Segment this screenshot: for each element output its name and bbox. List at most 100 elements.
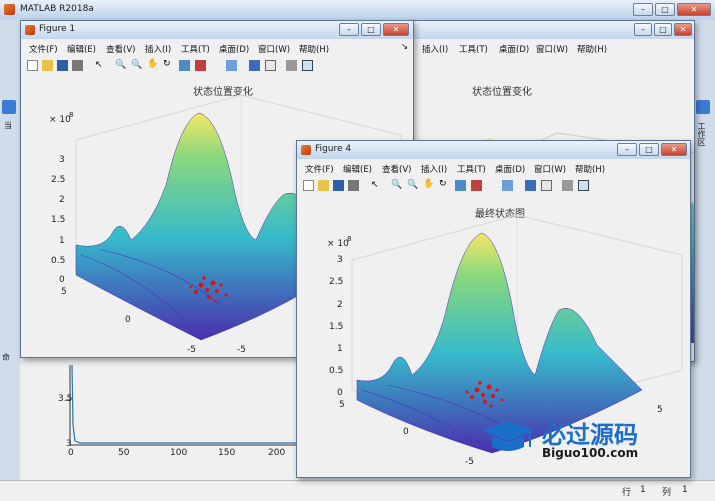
menu-file[interactable]: 文件(F) bbox=[305, 163, 334, 175]
menu-desktop[interactable]: 桌面(D) bbox=[499, 43, 529, 55]
menu-help[interactable]: 帮助(H) bbox=[577, 43, 607, 55]
figure4-ztick: 1.5 bbox=[329, 322, 344, 332]
link-plot-icon[interactable] bbox=[226, 60, 237, 71]
menu-help[interactable]: 帮助(H) bbox=[299, 43, 329, 55]
back-plot-xtick: 100 bbox=[170, 448, 188, 458]
menu-tools[interactable]: 工具(T) bbox=[457, 163, 486, 175]
legend-icon[interactable] bbox=[541, 180, 552, 191]
menu-desktop[interactable]: 桌面(D) bbox=[219, 43, 249, 55]
figure4-minimize-button[interactable]: – bbox=[617, 143, 637, 156]
show-tools-icon[interactable] bbox=[302, 60, 313, 71]
left-tab-command[interactable]: 命 bbox=[2, 352, 10, 363]
figure4-close-button[interactable]: ✕ bbox=[661, 143, 687, 156]
figure-behind-close-button[interactable]: ✕ bbox=[674, 23, 692, 36]
menu-edit[interactable]: 编辑(E) bbox=[67, 43, 96, 55]
menu-insert[interactable]: 插入(I) bbox=[422, 43, 448, 55]
figure4-ztick: 3 bbox=[337, 255, 343, 265]
menu-insert[interactable]: 插入(I) bbox=[145, 43, 171, 55]
colorbar-icon[interactable] bbox=[249, 60, 260, 71]
zoom-out-icon[interactable]: 🔍 bbox=[131, 60, 142, 71]
figure-behind-maximize-button[interactable]: □ bbox=[654, 23, 672, 36]
print-icon[interactable] bbox=[72, 60, 83, 71]
menu-tools[interactable]: 工具(T) bbox=[459, 43, 488, 55]
show-tools-icon[interactable] bbox=[578, 180, 589, 191]
figure4-title: Figure 4 bbox=[315, 144, 352, 154]
figure1-xtick: -5 bbox=[237, 345, 246, 355]
back-plot-xtick: 50 bbox=[118, 448, 130, 458]
menu-view[interactable]: 查看(V) bbox=[106, 43, 135, 55]
data-cursor-icon[interactable] bbox=[179, 60, 190, 71]
link-plot-icon[interactable] bbox=[502, 180, 513, 191]
rotate-icon[interactable]: ↻ bbox=[163, 59, 174, 70]
watermark-brand: 必过源码 bbox=[542, 421, 638, 449]
back-arrow-icon[interactable] bbox=[2, 100, 16, 114]
hide-tools-icon[interactable] bbox=[562, 180, 573, 191]
back-plot-xtick: 0 bbox=[68, 448, 74, 458]
close-button[interactable]: ✕ bbox=[677, 3, 711, 16]
menu-desktop[interactable]: 桌面(D) bbox=[495, 163, 525, 175]
menu-view[interactable]: 查看(V) bbox=[382, 163, 411, 175]
left-dock-strip bbox=[0, 20, 20, 480]
figure-icon bbox=[25, 25, 35, 35]
zoom-in-icon[interactable]: 🔍 bbox=[391, 180, 402, 191]
figure1-close-button[interactable]: ✕ bbox=[383, 23, 409, 36]
figure1-maximize-button[interactable]: □ bbox=[361, 23, 381, 36]
matlab-logo-icon bbox=[4, 4, 15, 15]
open-file-icon[interactable] bbox=[42, 60, 53, 71]
figure1-title-bar: Figure 1 – □ ✕ bbox=[21, 21, 413, 39]
menu-window[interactable]: 窗口(W) bbox=[536, 43, 568, 55]
figure4-ztick: 1 bbox=[337, 344, 343, 354]
save-icon[interactable] bbox=[333, 180, 344, 191]
back-line-plot-panel: 3.5 3 0 50 100 150 200 bbox=[20, 355, 300, 480]
new-figure-icon[interactable] bbox=[27, 60, 38, 71]
menu-tools[interactable]: 工具(T) bbox=[181, 43, 210, 55]
zoom-out-icon[interactable]: 🔍 bbox=[407, 180, 418, 191]
figure1-title: Figure 1 bbox=[39, 24, 76, 34]
forward-arrow-icon[interactable] bbox=[696, 100, 710, 114]
new-figure-icon[interactable] bbox=[303, 180, 314, 191]
figure4-maximize-button[interactable]: □ bbox=[639, 143, 659, 156]
workspace-tab[interactable]: 工作区 bbox=[697, 122, 707, 146]
save-icon[interactable] bbox=[57, 60, 68, 71]
figure4-ztick: 0 bbox=[337, 388, 343, 398]
pointer-icon[interactable]: ↖ bbox=[371, 180, 382, 191]
hide-tools-icon[interactable] bbox=[286, 60, 297, 71]
legend-icon[interactable] bbox=[265, 60, 276, 71]
menu-dock-arrow-icon[interactable]: ↘ bbox=[401, 42, 408, 52]
figure4-ytick: -5 bbox=[465, 457, 474, 467]
brush-icon[interactable] bbox=[195, 60, 206, 71]
figure4-title-bar: Figure 4 – □ ✕ bbox=[297, 141, 690, 159]
right-dock-strip bbox=[693, 20, 715, 480]
figure1-ztick: 1 bbox=[59, 236, 65, 246]
figure1-ztick: 1.5 bbox=[51, 215, 66, 225]
status-col-value: 1 bbox=[682, 485, 688, 495]
status-row-value: 1 bbox=[640, 485, 646, 495]
menu-window[interactable]: 窗口(W) bbox=[534, 163, 566, 175]
pan-icon[interactable]: ✋ bbox=[423, 179, 434, 190]
figure1-ztick: 0 bbox=[59, 275, 65, 285]
status-col-label: 列 bbox=[662, 488, 672, 498]
open-file-icon[interactable] bbox=[318, 180, 329, 191]
print-icon[interactable] bbox=[348, 180, 359, 191]
menu-help[interactable]: 帮助(H) bbox=[575, 163, 605, 175]
menu-edit[interactable]: 编辑(E) bbox=[343, 163, 372, 175]
minimize-button[interactable]: – bbox=[633, 3, 653, 16]
colorbar-icon[interactable] bbox=[525, 180, 536, 191]
brush-icon[interactable] bbox=[471, 180, 482, 191]
pointer-icon[interactable]: ↖ bbox=[95, 60, 106, 71]
menu-window[interactable]: 窗口(W) bbox=[258, 43, 290, 55]
rotate-icon[interactable]: ↻ bbox=[439, 179, 450, 190]
figure-behind-toolbar bbox=[407, 56, 694, 74]
maximize-button[interactable]: □ bbox=[655, 3, 675, 16]
menu-insert[interactable]: 插入(I) bbox=[421, 163, 447, 175]
zoom-in-icon[interactable]: 🔍 bbox=[115, 60, 126, 71]
menu-file[interactable]: 文件(F) bbox=[29, 43, 58, 55]
figure1-ytick: 5 bbox=[61, 287, 67, 297]
figure1-ytick: -5 bbox=[187, 345, 196, 355]
figure1-minimize-button[interactable]: – bbox=[339, 23, 359, 36]
figure4-ytick: 0 bbox=[403, 427, 409, 437]
pan-icon[interactable]: ✋ bbox=[147, 59, 158, 70]
left-tab-current[interactable]: 当 bbox=[4, 120, 12, 131]
data-cursor-icon[interactable] bbox=[455, 180, 466, 191]
figure-behind-minimize-button[interactable]: – bbox=[634, 23, 652, 36]
